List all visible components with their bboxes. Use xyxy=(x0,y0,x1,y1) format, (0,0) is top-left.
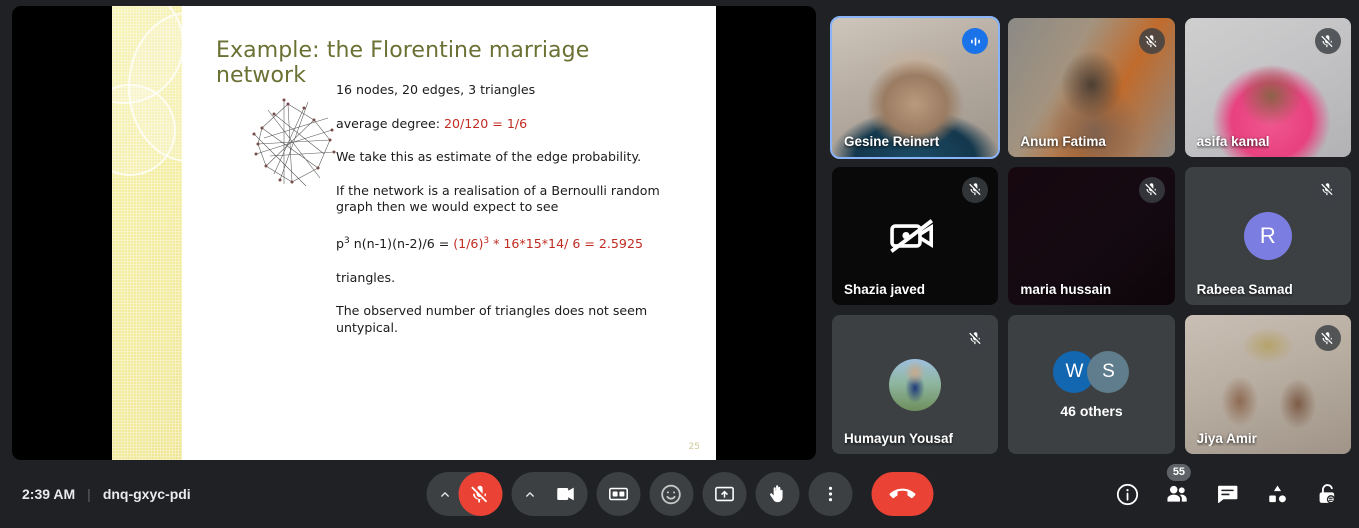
participant-name: Gesine Reinert xyxy=(844,133,940,149)
mic-off-icon xyxy=(1314,176,1341,203)
reactions-button[interactable] xyxy=(649,472,693,516)
formula-result: * 16*15*14/ 6 = 2.5925 xyxy=(489,236,643,252)
chat-icon[interactable] xyxy=(1213,480,1241,508)
present-button[interactable] xyxy=(702,472,746,516)
captions-toggle[interactable] xyxy=(596,472,640,516)
participant-name: Humayun Yousaf xyxy=(844,431,954,446)
mic-off-icon xyxy=(1314,28,1341,54)
call-controls xyxy=(426,472,933,516)
participant-tile-others[interactable]: W S 46 others xyxy=(1008,315,1175,454)
avatar-initial: R xyxy=(1259,222,1276,248)
slide-line-formula: p3 n(n-1)(n-2)/6 = (1/6)3 * 16*15*14/ 6 … xyxy=(336,233,688,253)
microphone-toggle[interactable] xyxy=(458,472,502,516)
camera-toggle[interactable] xyxy=(543,472,587,516)
mic-off-icon xyxy=(1138,28,1165,54)
slide-line-triangles: triangles. xyxy=(336,269,396,285)
chevron-up-icon[interactable] xyxy=(432,472,458,516)
participant-name: Jiya Amir xyxy=(1196,431,1257,446)
slide-decorative-band xyxy=(112,6,182,460)
mic-off-icon xyxy=(1138,176,1165,203)
host-controls-icon[interactable] xyxy=(1313,480,1341,508)
people-icon[interactable]: 55 xyxy=(1163,464,1192,508)
slide-line-average-degree: average degree: 20/120 = 1/6 xyxy=(336,116,688,133)
slide-line-nodes: 16 nodes, 20 edges, 3 triangles xyxy=(336,82,536,97)
slide-title: Example: the Florentine marriage network xyxy=(216,38,590,88)
camera-off-icon xyxy=(890,219,934,253)
participant-name: maria hussain xyxy=(1020,282,1112,298)
meeting-code[interactable]: dnq-gxyc-pdi xyxy=(103,486,191,502)
chevron-up-icon[interactable] xyxy=(517,472,543,516)
raise-hand-button[interactable] xyxy=(755,472,799,516)
microphone-control-group[interactable] xyxy=(426,472,502,516)
slide-line-bernoulli: If the network is a realisation of a Ber… xyxy=(336,182,660,215)
avg-degree-label: average degree: xyxy=(336,115,444,131)
participant-tile-humayun-yousaf[interactable]: Humayun Yousaf xyxy=(832,315,999,454)
participant-name: Rabeea Samad xyxy=(1196,282,1293,298)
slide-line-conclusion: The observed number of triangles does no… xyxy=(336,303,648,335)
google-meet-window: Example: the Florentine marriage network xyxy=(0,0,1359,528)
participant-tile-rabeea-samad[interactable]: R Rabeea Samad xyxy=(1184,166,1351,306)
participant-tile-anum-fatima[interactable]: Anum Fatima xyxy=(1008,18,1175,157)
avatar: S xyxy=(1087,350,1130,393)
participant-count-badge: 55 xyxy=(1166,464,1192,481)
participant-tile-gesine-reinert[interactable]: Gesine Reinert xyxy=(829,16,1001,159)
participant-tile-maria-hussain[interactable]: maria hussain xyxy=(1008,166,1175,306)
avatar: R xyxy=(1243,211,1292,260)
participant-tile-asifa-kamal[interactable]: asifa kamal xyxy=(1184,18,1351,157)
participant-tile-jiya-amir[interactable]: Jiya Amir xyxy=(1184,315,1351,454)
meeting-meta: 2:39 AM | dnq-gxyc-pdi xyxy=(22,486,191,502)
others-count-label: 46 others xyxy=(1060,402,1123,419)
bottom-toolbar: 2:39 AM | dnq-gxyc-pdi 55 xyxy=(0,460,1359,528)
slide-page-number: 25 xyxy=(688,442,700,452)
participant-name: Shazia javed xyxy=(844,282,926,298)
avg-degree-value: 20/120 = 1/6 xyxy=(443,115,528,131)
participant-name: Anum Fatima xyxy=(1020,133,1106,149)
avatar-initial: S xyxy=(1102,360,1115,382)
activities-icon[interactable] xyxy=(1263,480,1291,508)
presented-slide: Example: the Florentine marriage network xyxy=(112,6,716,460)
formula-mid: n(n-1)(n-2)/6 = xyxy=(349,236,454,252)
camera-control-group[interactable] xyxy=(511,472,587,516)
participant-name: asifa kamal xyxy=(1196,133,1270,149)
others-avatar-stack: W S xyxy=(1053,350,1130,393)
presentation-stage[interactable]: Example: the Florentine marriage network xyxy=(12,6,816,460)
meta-separator: | xyxy=(87,486,91,502)
participant-tile-shazia-javed[interactable]: Shazia javed xyxy=(832,166,999,306)
more-options-button[interactable] xyxy=(808,472,852,516)
slide-body: 16 nodes, 20 edges, 3 triangles average … xyxy=(336,82,688,354)
avatar-photo xyxy=(889,358,942,411)
mic-off-icon xyxy=(962,176,989,203)
formula-fraction: (1/6) xyxy=(453,236,484,252)
right-toolbar: 55 xyxy=(1113,464,1341,508)
avatar-initial: W xyxy=(1065,360,1084,382)
meeting-time: 2:39 AM xyxy=(22,486,76,502)
meeting-details-icon[interactable] xyxy=(1113,480,1141,508)
participant-grid: Gesine Reinert Anum Fatima asifa kamal S… xyxy=(829,16,1351,454)
slide-line-estimate: We take this as estimate of the edge pro… xyxy=(336,149,642,165)
mic-off-icon xyxy=(962,325,989,352)
network-graph-figure xyxy=(252,98,336,187)
leave-call-button[interactable] xyxy=(871,472,933,516)
formula-p: p xyxy=(336,236,344,252)
